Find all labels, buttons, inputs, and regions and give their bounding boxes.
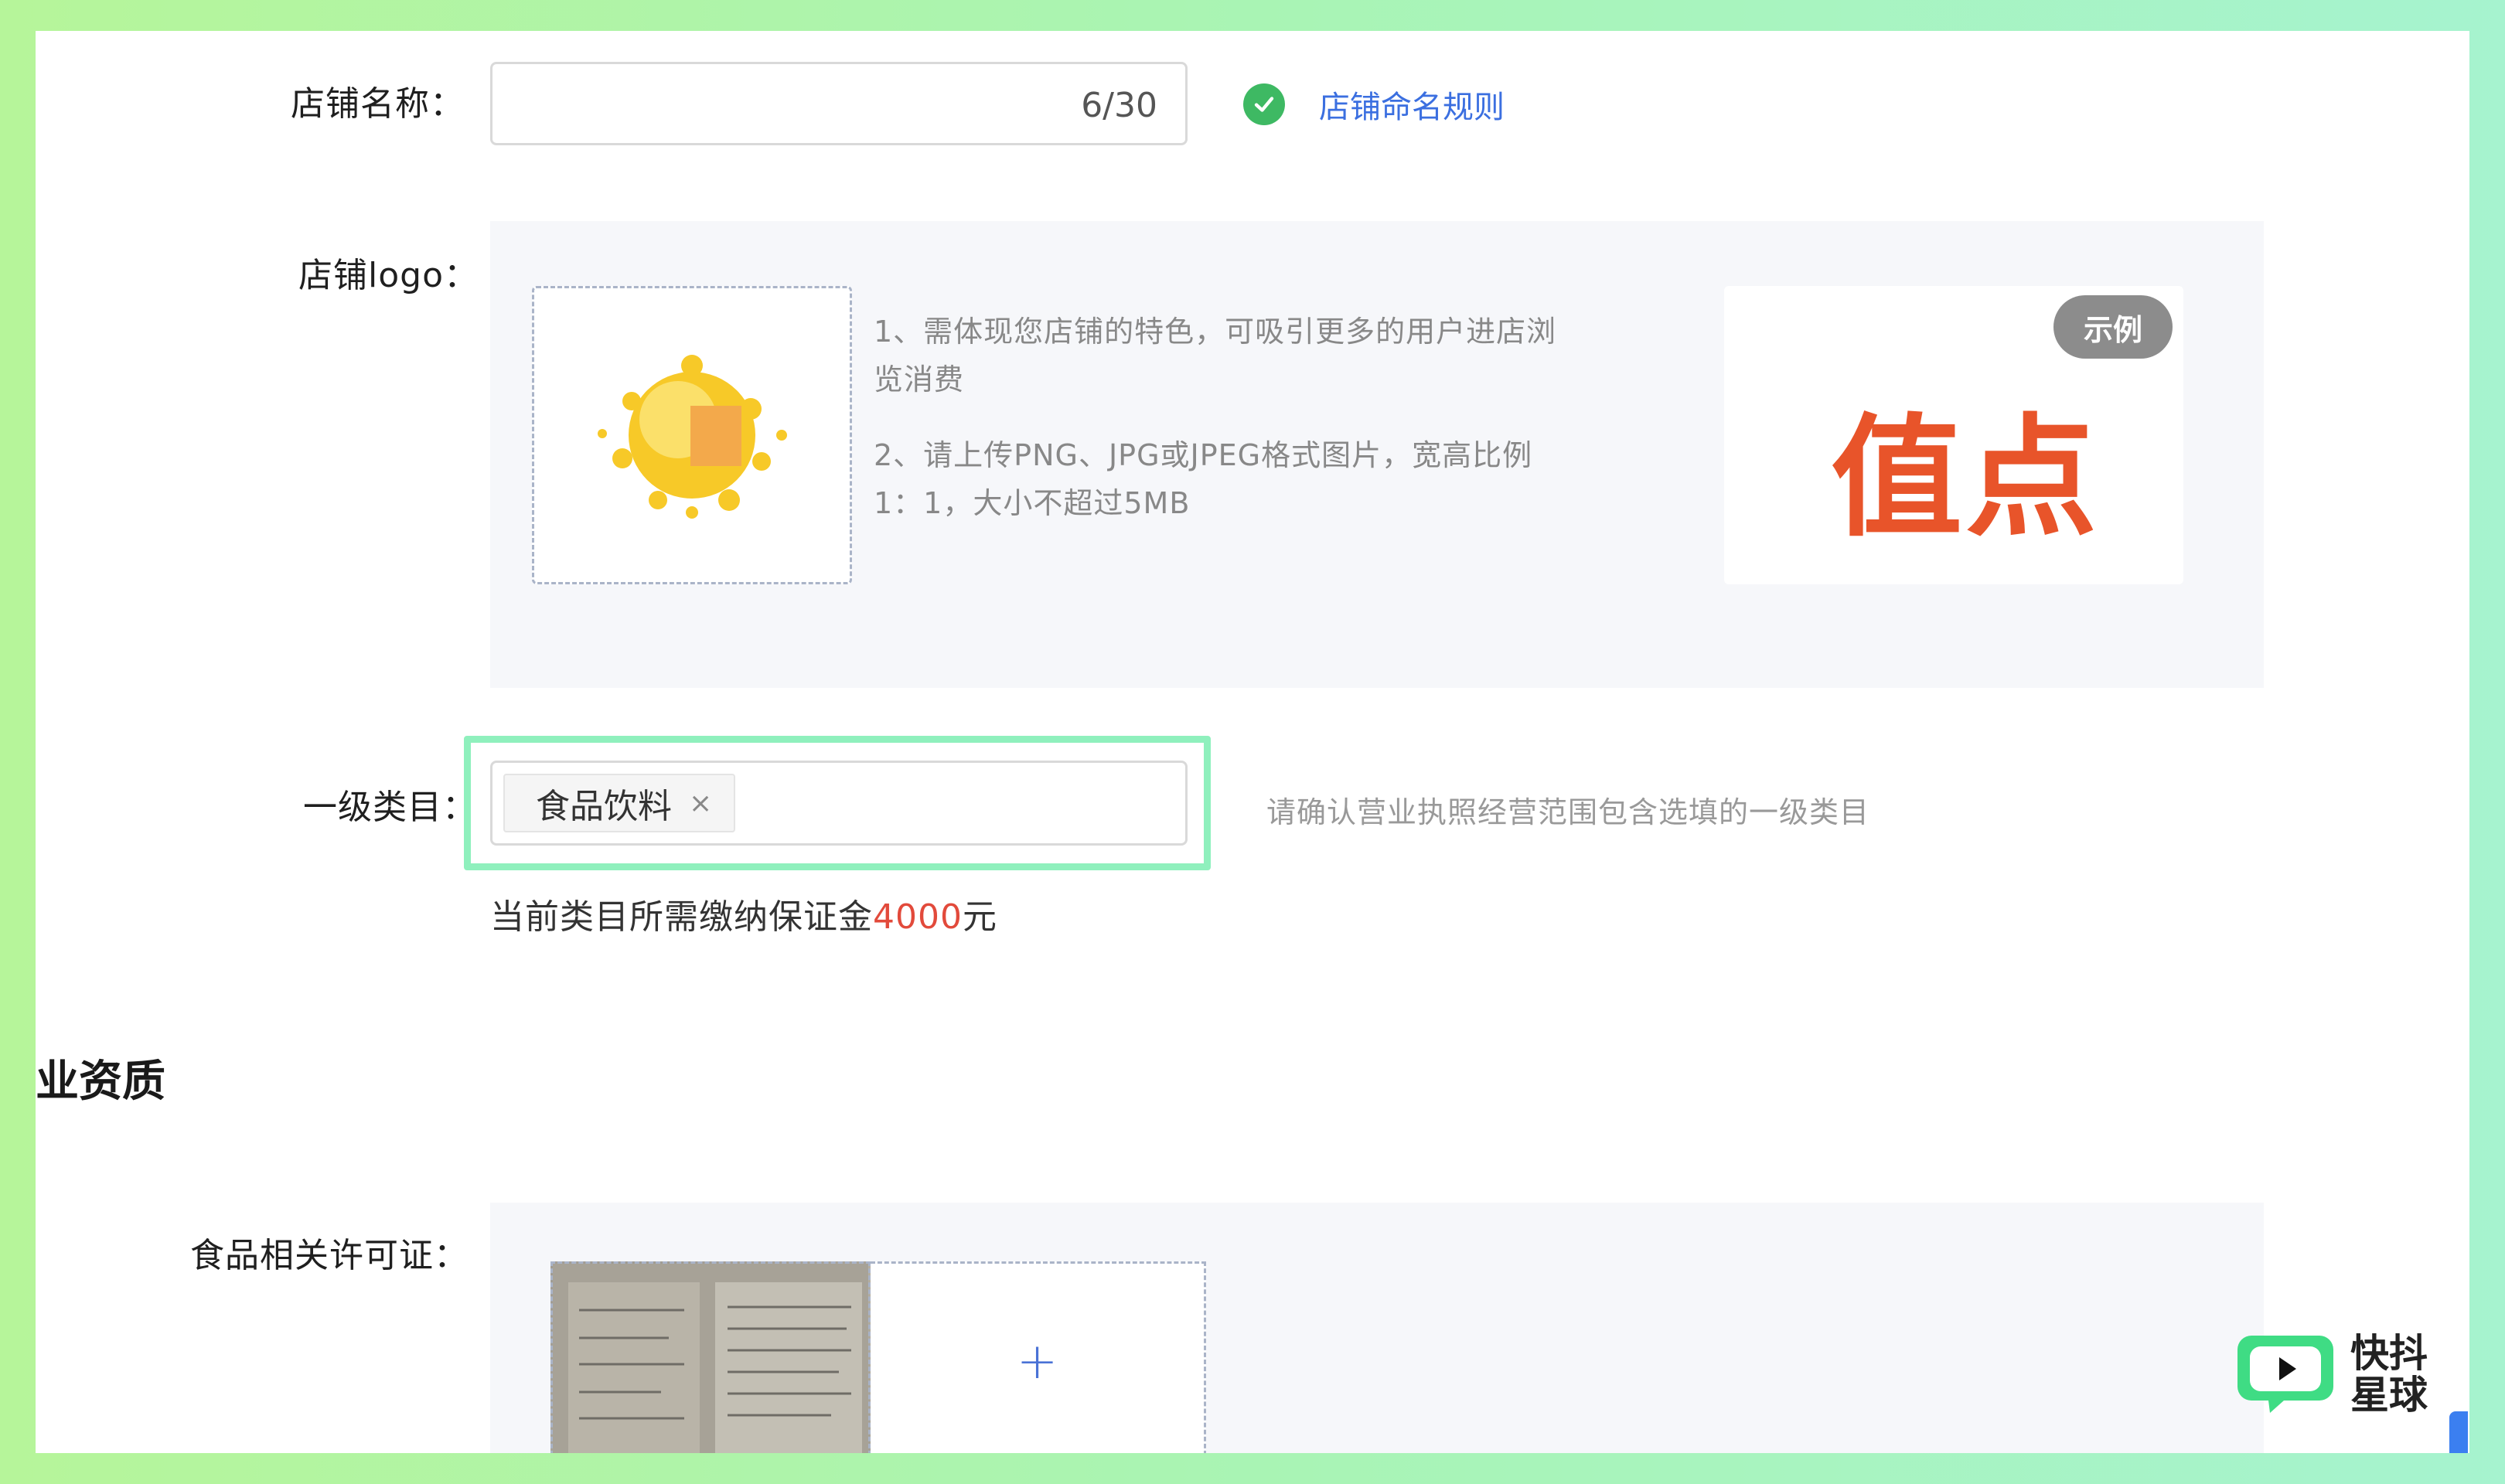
category-tag-label: 食品饮料: [536, 787, 672, 826]
side-scroll-tab[interactable]: [2449, 1411, 2468, 1453]
category-label: 一级类目：: [303, 788, 477, 827]
logo-tip-2-line-2: 1：1，大小不超过5MB: [874, 486, 1191, 520]
example-badge: 示例: [2053, 295, 2173, 359]
add-license-button[interactable]: +: [871, 1261, 1206, 1453]
logo-tip-2: 2、请上传PNG、JPG或JPEG格式图片，宽高比例 1：1，大小不超过5MB: [874, 431, 1532, 527]
category-select[interactable]: 食品饮料 ×: [490, 761, 1188, 846]
store-name-counter: 6/30: [1081, 86, 1157, 125]
remove-tag-icon[interactable]: ×: [689, 788, 712, 819]
category-tag: 食品饮料 ×: [503, 774, 736, 832]
category-hint: 请确认营业执照经营范围包含选填的一级类目: [1266, 795, 1870, 829]
kuaidou-logo-icon: [2237, 1336, 2333, 1413]
store-name-input[interactable]: 6/30: [490, 62, 1188, 145]
deposit-amount: 4000: [873, 897, 963, 937]
uploaded-logo-image: [598, 355, 787, 519]
form-panel: 店铺名称： 6/30 店铺命名规则 店铺logo： 1、需体现您店铺的特色，可吸…: [36, 31, 2469, 1453]
logo-upload-tile[interactable]: [532, 286, 852, 584]
store-name-label: 店铺名称：: [291, 84, 465, 124]
license-label: 食品相关许可证：: [190, 1236, 469, 1275]
license-document-image: [553, 1264, 868, 1453]
logo-tip-2-line-1: 2、请上传PNG、JPG或JPEG格式图片，宽高比例: [874, 438, 1533, 472]
plus-icon: +: [1016, 1333, 1058, 1390]
logo-tip-1: 1、需体现您店铺的特色，可吸引更多的用户进店浏 览消费: [874, 308, 1556, 403]
store-naming-rules-link[interactable]: 店铺命名规则: [1319, 82, 1505, 127]
deposit-notice: 当前类目所需缴纳保证金4000元: [490, 889, 997, 938]
watermark-line-1: 快抖: [2350, 1331, 2428, 1376]
deposit-suffix: 元: [962, 897, 997, 937]
deposit-prefix: 当前类目所需缴纳保证金: [490, 897, 873, 937]
watermark-line-2: 星球: [2350, 1373, 2428, 1418]
example-logo: 值点: [1831, 402, 2101, 555]
store-logo-label: 店铺logo：: [298, 256, 479, 295]
watermark-text: 快抖 星球: [2350, 1333, 2437, 1416]
license-thumbnail[interactable]: [550, 1261, 871, 1453]
section-title: 业资质: [36, 1057, 165, 1107]
logo-tip-1-line-2: 览消费: [874, 362, 965, 397]
logo-tip-1-line-1: 1、需体现您店铺的特色，可吸引更多的用户进店浏: [874, 315, 1557, 349]
check-circle-icon: [1243, 83, 1285, 125]
